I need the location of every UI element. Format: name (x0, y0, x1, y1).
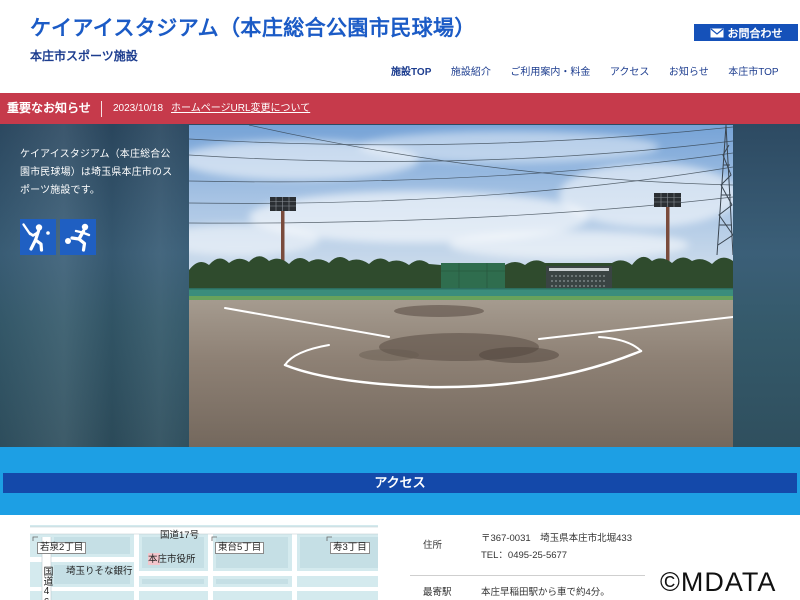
baseball-icon[interactable] (20, 219, 56, 255)
map-label-kotobuki: 寿3丁目 (330, 542, 370, 554)
scoreboard-green (441, 263, 505, 291)
notice-date: 2023/10/18 (113, 103, 164, 114)
address-label: 住所 (423, 540, 443, 551)
map-label-bank: 埼玉りそな銀行 (66, 566, 133, 577)
fence-top (189, 288, 733, 290)
notice-link[interactable]: ホームページURL変更について (171, 93, 310, 124)
scoreboard-main (546, 266, 612, 290)
nav-item-news[interactable]: お知らせ (669, 67, 709, 79)
station-label: 最寄駅 (423, 587, 452, 598)
hero-description: ケイアイスタジアム（本庄総合公園市民球場）は埼玉県本庄市のスポーツ施設です。 (20, 149, 173, 196)
nav-item-facility-intro[interactable]: 施設紹介 (451, 67, 491, 79)
infield-dirt (189, 300, 733, 447)
nav-item-access[interactable]: アクセス (610, 67, 650, 79)
map-label-city-hall: 本庄市役所 (148, 554, 196, 565)
stadium-photo (189, 125, 733, 447)
access-map[interactable]: 国道17号 若泉2丁目 東台5丁目 寿3丁目 本庄市役所 埼玉りそな銀行 国道4… (30, 525, 378, 600)
contact-label: お問合わせ (727, 27, 783, 40)
nav-item-usage-fees[interactable]: ご利用案内・料金 (510, 67, 590, 79)
soccer-icon[interactable] (60, 219, 96, 255)
important-notice-bar: 重要なお知らせ 2023/10/18 ホームページURL変更について (0, 93, 800, 124)
site-header: ケイアイスタジアム（本庄総合公園市民球場） 本庄市スポーツ施設 お問合わせ 施設… (0, 0, 800, 93)
watermark: ©MDATA (660, 567, 777, 597)
hero-section: ケイアイスタジアム（本庄総合公園市民球場）は埼玉県本庄市のスポーツ施設です。 (0, 124, 800, 447)
envelope-icon (710, 28, 724, 38)
access-heading: アクセス (3, 473, 797, 493)
telephone[interactable]: TEL：0495-25-5677 (481, 550, 567, 561)
nav-item-facility-top[interactable]: 施設TOP (391, 67, 431, 79)
site-title[interactable]: ケイアイスタジアム（本庄総合公園市民球場） (30, 15, 476, 43)
info-divider (410, 575, 645, 576)
notice-separator (101, 101, 102, 117)
station-text: 本庄早稲田駅から車で約4分。 (481, 587, 610, 598)
site-subtitle: 本庄市スポーツ施設 (30, 49, 138, 63)
notice-label: 重要なお知らせ (7, 101, 91, 115)
nav-item-city-top[interactable]: 本庄市TOP (728, 67, 778, 79)
access-band: アクセス (0, 447, 800, 515)
map-label-higashidai: 東台5丁目 (215, 542, 265, 554)
global-nav: 施設TOP 施設紹介 ご利用案内・料金 アクセス お知らせ 本庄市TOP (391, 67, 779, 79)
map-label-route17: 国道17号 (160, 530, 200, 541)
map-label-route46: 国道46 (41, 566, 52, 600)
map-label-wakaizumi: 若泉2丁目 (37, 542, 87, 554)
contact-button[interactable]: お問合わせ (694, 24, 798, 41)
postal-address: 〒367-0031 埼玉県本庄市北堀433 (481, 533, 632, 544)
